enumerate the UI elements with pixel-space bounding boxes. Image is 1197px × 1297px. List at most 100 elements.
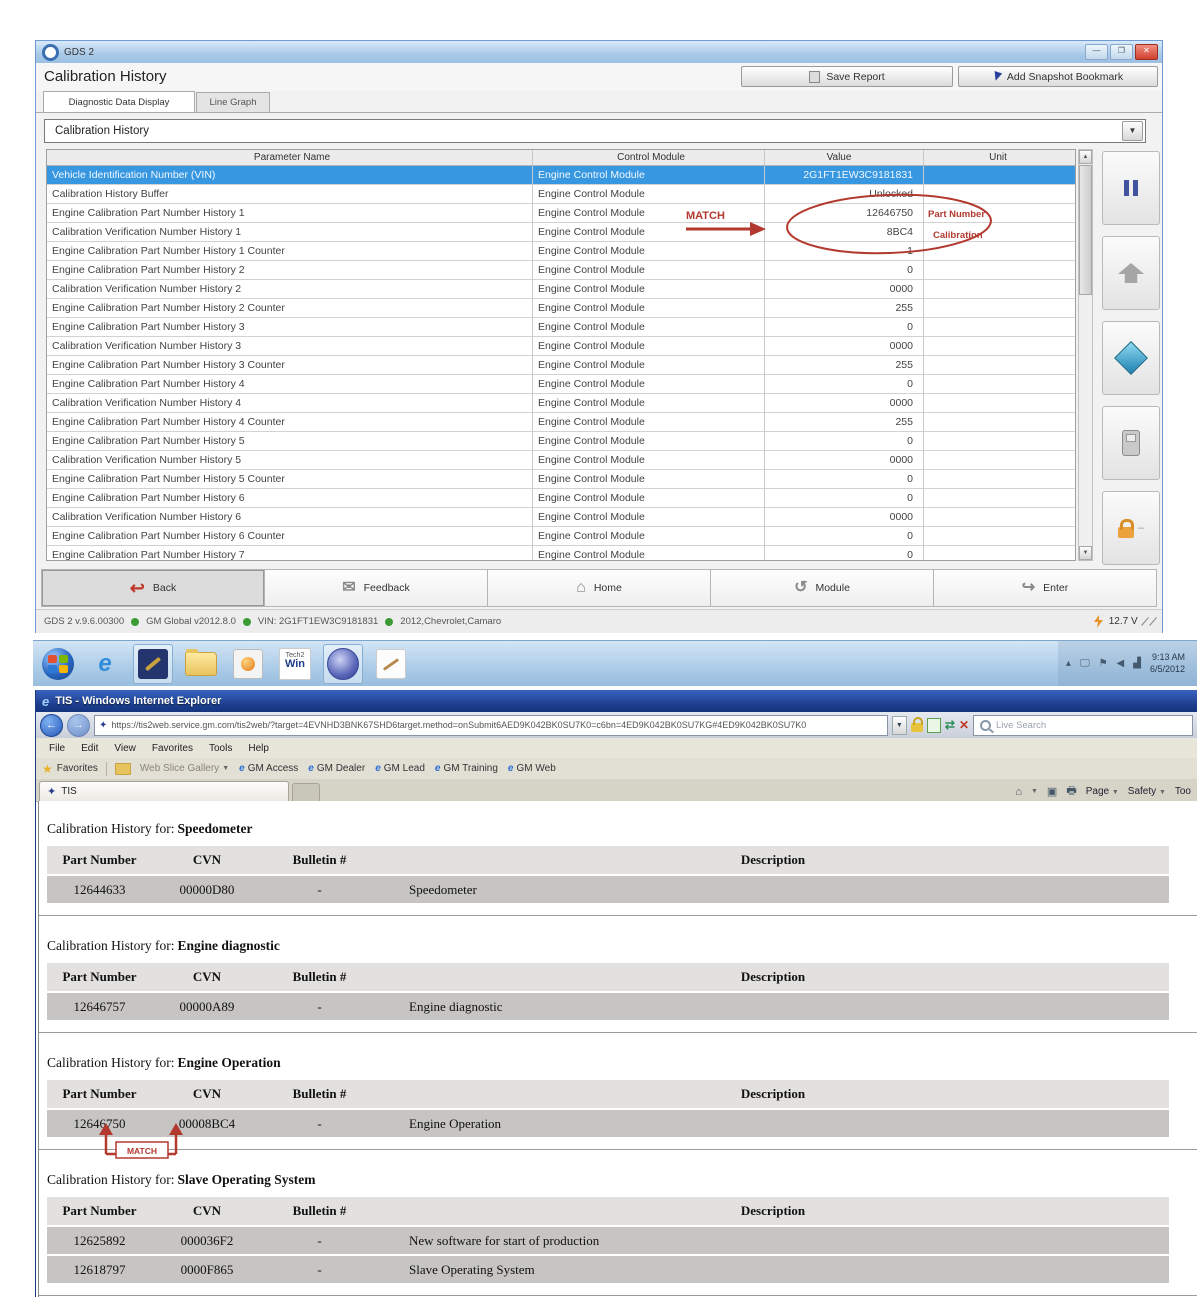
parameter-row[interactable]: Calibration History BufferEngine Control… — [47, 185, 1075, 204]
stop-icon[interactable]: ✕ — [959, 718, 969, 732]
home-button[interactable]: ⌂ Home — [488, 570, 711, 606]
media-player-taskbar-icon[interactable] — [229, 645, 267, 683]
menu-item-tools[interactable]: Tools — [202, 741, 239, 756]
gds2-titlebar[interactable]: GDS 2 — ❐ ✕ — [36, 41, 1162, 64]
cell: Engine Calibration Part Number History 2 — [47, 261, 533, 279]
parameter-row[interactable]: Engine Calibration Part Number History 4… — [47, 375, 1075, 394]
menu-item-help[interactable]: Help — [241, 741, 276, 756]
feeds-icon[interactable]: ▣ — [1047, 785, 1057, 798]
chevron-down-icon[interactable]: ▼ — [1122, 121, 1143, 141]
cell: 12644633 — [47, 876, 152, 903]
favorites-link[interactable]: eGM Training — [430, 763, 503, 774]
add-snapshot-bookmark-button[interactable]: Add Snapshot Bookmark — [958, 66, 1158, 87]
table-scrollbar[interactable]: ▲ ▼ — [1078, 149, 1093, 561]
parameter-row[interactable]: Engine Calibration Part Number History 3… — [47, 318, 1075, 337]
new-tab-button[interactable] — [292, 783, 320, 803]
tech2-tool-taskbar-icon[interactable] — [133, 644, 173, 684]
tech2win-taskbar-icon[interactable]: Tech2 Win — [276, 645, 314, 683]
refresh-icon[interactable]: ⇄ — [945, 718, 955, 732]
page-up-button[interactable] — [1102, 236, 1160, 310]
maximize-button[interactable]: ❐ — [1110, 44, 1133, 60]
divider — [106, 762, 107, 776]
module-button[interactable]: ↺ Module — [711, 570, 934, 606]
close-button[interactable]: ✕ — [1135, 44, 1158, 60]
parameter-row[interactable]: Calibration Verification Number History … — [47, 394, 1075, 413]
parameter-row[interactable]: Engine Calibration Part Number History 2… — [47, 299, 1075, 318]
tab-diagnostic-data-display[interactable]: Diagnostic Data Display — [43, 91, 195, 112]
tray-expand-icon[interactable]: ▴ — [1066, 658, 1071, 669]
tray-display-icon[interactable]: 🖵 — [1080, 658, 1090, 669]
favorites-link-label: GM Lead — [384, 763, 425, 774]
cell: Calibration Verification Number History … — [47, 280, 533, 298]
tab-tis[interactable]: ✦ TIS — [39, 781, 289, 801]
cell — [924, 489, 1072, 507]
favorites-link[interactable]: eGM Access — [234, 763, 303, 774]
scroll-up-icon[interactable]: ▲ — [1079, 150, 1092, 164]
compatibility-icon[interactable] — [927, 718, 941, 733]
favorites-link[interactable]: eGM Lead — [370, 763, 430, 774]
parameter-row[interactable]: Engine Calibration Part Number History 7… — [47, 546, 1075, 561]
internet-explorer-taskbar-icon[interactable]: e — [86, 645, 124, 683]
print-icon[interactable]: 🖶 — [1066, 782, 1076, 801]
parameter-row[interactable]: Calibration Verification Number History … — [47, 280, 1075, 299]
browser-forward-button[interactable]: → — [67, 714, 90, 737]
scrollbar-thumb[interactable] — [1079, 165, 1092, 295]
save-report-button[interactable]: Save Report — [741, 66, 953, 87]
ie-titlebar[interactable]: e TIS - Windows Internet Explorer — [36, 690, 1197, 712]
live-search-box[interactable]: Live Search — [973, 715, 1193, 736]
favorites-link[interactable]: Web Slice Gallery▼ — [135, 763, 234, 774]
paint-taskbar-icon[interactable] — [372, 645, 410, 683]
gds2-taskbar-icon[interactable] — [323, 644, 363, 684]
tray-network-icon[interactable]: ▟ — [1133, 658, 1141, 669]
menu-item-file[interactable]: File — [42, 741, 72, 756]
home-icon[interactable]: ⌂ — [1015, 786, 1022, 798]
parameter-row[interactable]: Engine Calibration Part Number History 6… — [47, 527, 1075, 546]
parameter-row[interactable]: Engine Calibration Part Number History 1… — [47, 242, 1075, 261]
tray-flag-icon[interactable]: ⚑ — [1099, 658, 1108, 669]
parameter-row[interactable]: Engine Calibration Part Number History 5… — [47, 432, 1075, 451]
menu-item-favorites[interactable]: Favorites — [145, 741, 200, 756]
safety-menu[interactable]: Safety ▼ — [1128, 786, 1166, 797]
tray-volume-icon[interactable]: ◀ — [1117, 658, 1125, 669]
pause-button[interactable] — [1102, 151, 1160, 225]
folder-taskbar-icon[interactable] — [182, 645, 220, 683]
parameter-row[interactable]: Engine Calibration Part Number History 5… — [47, 470, 1075, 489]
favorites-link[interactable]: eGM Web — [503, 763, 561, 774]
cell: Calibration Verification Number History … — [47, 223, 533, 241]
lock-button[interactable]: – — [1102, 491, 1160, 565]
start-button[interactable] — [39, 645, 77, 683]
parameter-row[interactable]: Engine Calibration Part Number History 6… — [47, 489, 1075, 508]
browser-back-button[interactable]: ← — [40, 714, 63, 737]
cell — [924, 223, 1072, 241]
parameter-row[interactable]: Engine Calibration Part Number History 2… — [47, 261, 1075, 280]
data-list-dropdown[interactable]: Calibration History ▼ — [44, 119, 1146, 143]
enter-button[interactable]: ↪ Enter — [934, 570, 1156, 606]
address-dropdown-icon[interactable]: ▼ — [892, 716, 907, 735]
tab-line-graph[interactable]: Line Graph — [196, 92, 270, 112]
parameter-row[interactable]: Engine Calibration Part Number History 3… — [47, 356, 1075, 375]
scroll-down-icon[interactable]: ▼ — [1079, 546, 1092, 560]
parameter-row[interactable]: Engine Calibration Part Number History 1… — [47, 204, 1075, 223]
page-menu[interactable]: Page ▼ — [1086, 786, 1119, 797]
mdi-device-button[interactable] — [1102, 406, 1160, 480]
favorites-button[interactable]: Favorites — [57, 763, 98, 774]
feedback-button[interactable]: ✉ Feedback — [265, 570, 488, 606]
taskbar-clock[interactable]: 9:13 AM 6/5/2012 — [1150, 652, 1189, 675]
address-field[interactable]: ✦ https://tis2web.service.gm.com/tis2web… — [94, 715, 888, 736]
parameter-row[interactable]: Calibration Verification Number History … — [47, 508, 1075, 527]
back-button[interactable]: ↩ Back — [42, 570, 265, 606]
parameter-row[interactable]: Engine Calibration Part Number History 4… — [47, 413, 1075, 432]
chevron-down-icon[interactable]: ▼ — [1031, 788, 1038, 795]
cell — [924, 280, 1072, 298]
parameter-row[interactable]: Calibration Verification Number History … — [47, 223, 1075, 242]
menu-item-view[interactable]: View — [107, 741, 143, 756]
parameter-row[interactable]: Calibration Verification Number History … — [47, 451, 1075, 470]
parameter-row[interactable]: Calibration Verification Number History … — [47, 337, 1075, 356]
tools-menu[interactable]: Too — [1175, 786, 1191, 797]
parameter-row[interactable]: Vehicle Identification Number (VIN)Engin… — [47, 166, 1075, 185]
add-favorites-folder-icon[interactable] — [115, 763, 131, 775]
minimize-button[interactable]: — — [1085, 44, 1108, 60]
snapshot-button[interactable] — [1102, 321, 1160, 395]
favorites-link[interactable]: eGM Dealer — [303, 763, 370, 774]
menu-item-edit[interactable]: Edit — [74, 741, 105, 756]
